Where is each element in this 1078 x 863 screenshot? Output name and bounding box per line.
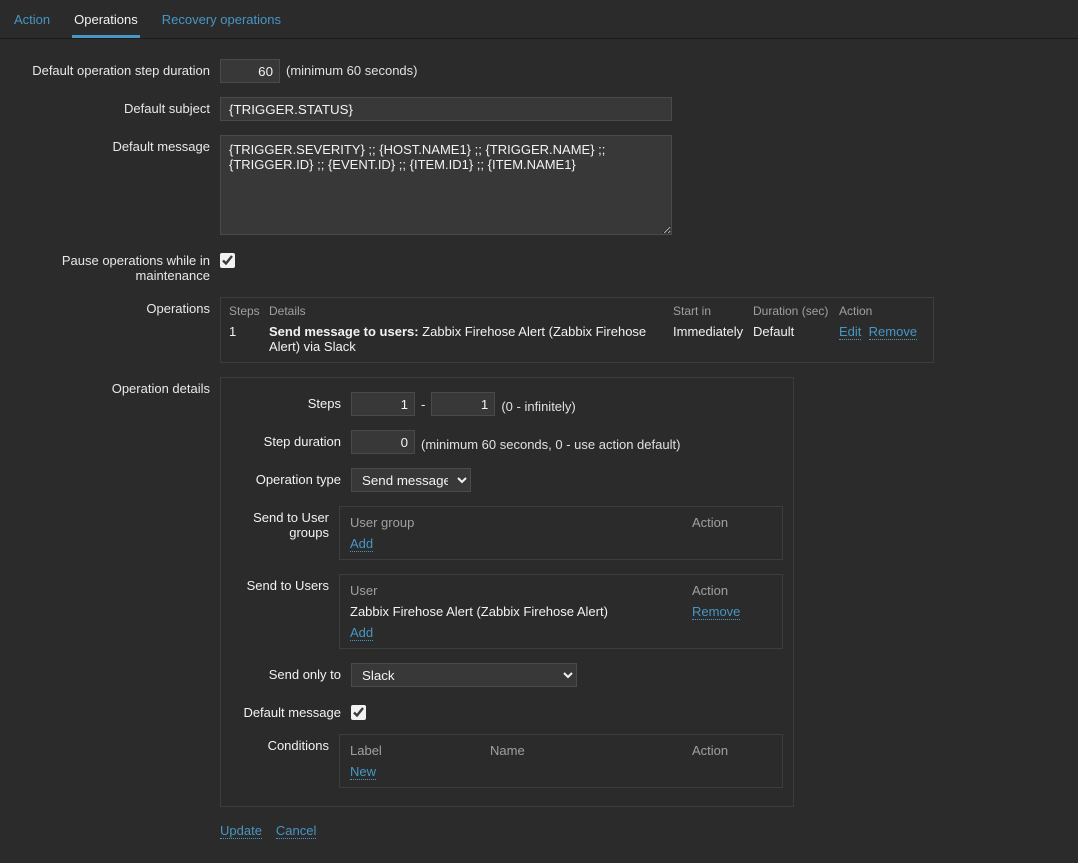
step-duration-label: Step duration — [231, 430, 351, 449]
operations-row-start: Immediately — [673, 324, 749, 354]
send-user-groups-col-group: User group — [350, 515, 692, 530]
operation-details-box: Steps - (0 - infinitely) Step duration (… — [220, 377, 794, 807]
default-subject-label: Default subject — [10, 97, 220, 116]
send-user-groups-box: User group Action Add — [339, 506, 783, 560]
pause-maintenance-label: Pause operations while in maintenance — [10, 249, 220, 283]
default-message-textarea[interactable]: {TRIGGER.SEVERITY} ;; {HOST.NAME1} ;; {T… — [220, 135, 672, 235]
default-subject-input[interactable] — [220, 97, 672, 121]
default-message-checkbox[interactable] — [351, 705, 366, 720]
operations-col-action: Action — [839, 304, 925, 318]
operations-col-duration: Duration (sec) — [753, 304, 835, 318]
step-duration-input[interactable] — [351, 430, 415, 454]
default-message-label: Default message — [10, 135, 220, 154]
default-step-duration-hint: (minimum 60 seconds) — [286, 59, 418, 78]
conditions-box: Label Name Action New — [339, 734, 783, 788]
operations-col-start: Start in — [673, 304, 749, 318]
operations-label: Operations — [10, 297, 220, 316]
steps-hint: (0 - infinitely) — [501, 395, 575, 414]
update-link[interactable]: Update — [220, 823, 262, 839]
operations-table: Steps Details Start in Duration (sec) Ac… — [220, 297, 934, 363]
tab-action[interactable]: Action — [12, 8, 52, 38]
operations-row-details-bold: Send message to users: — [269, 324, 419, 339]
send-users-row-value: Zabbix Firehose Alert (Zabbix Firehose A… — [350, 604, 692, 619]
send-users-remove-link[interactable]: Remove — [692, 604, 740, 620]
operations-row-duration: Default — [753, 324, 835, 354]
conditions-col-name: Name — [490, 743, 692, 758]
send-users-label: Send to Users — [231, 574, 339, 593]
operation-type-label: Operation type — [231, 468, 351, 487]
operations-row: 1 Send message to users: Zabbix Firehose… — [229, 324, 925, 354]
operations-row-step: 1 — [229, 324, 265, 354]
tab-recovery-operations[interactable]: Recovery operations — [160, 8, 283, 38]
operation-type-select[interactable]: Send message — [351, 468, 471, 492]
steps-from-input[interactable] — [351, 392, 415, 416]
operations-row-details: Send message to users: Zabbix Firehose A… — [269, 324, 669, 354]
operations-col-steps: Steps — [229, 304, 265, 318]
operations-col-details: Details — [269, 304, 669, 318]
send-user-groups-add-link[interactable]: Add — [350, 536, 373, 552]
default-step-duration-input[interactable] — [220, 59, 280, 83]
default-message-checkbox-label: Default message — [231, 701, 351, 720]
operation-details-label: Operation details — [10, 377, 220, 396]
send-only-to-select[interactable]: Slack — [351, 663, 577, 687]
steps-label: Steps — [231, 392, 351, 411]
default-step-duration-label: Default operation step duration — [10, 59, 220, 78]
conditions-col-label: Label — [350, 743, 490, 758]
tab-operations[interactable]: Operations — [72, 8, 140, 38]
send-only-to-label: Send only to — [231, 663, 351, 682]
send-users-col-user: User — [350, 583, 692, 598]
send-users-box: User Action Zabbix Firehose Alert (Zabbi… — [339, 574, 783, 649]
send-user-groups-col-action: Action — [692, 515, 772, 530]
steps-separator: - — [421, 397, 425, 412]
conditions-col-action: Action — [692, 743, 772, 758]
step-duration-hint: (minimum 60 seconds, 0 - use action defa… — [421, 433, 680, 452]
send-users-add-link[interactable]: Add — [350, 625, 373, 641]
cancel-link[interactable]: Cancel — [276, 823, 316, 839]
conditions-label: Conditions — [231, 734, 339, 753]
operations-row-remove-link[interactable]: Remove — [869, 324, 917, 340]
operations-row-edit-link[interactable]: Edit — [839, 324, 861, 340]
send-user-groups-label: Send to User groups — [231, 506, 339, 540]
steps-to-input[interactable] — [431, 392, 495, 416]
pause-maintenance-checkbox[interactable] — [220, 253, 235, 268]
send-users-col-action: Action — [692, 583, 772, 598]
